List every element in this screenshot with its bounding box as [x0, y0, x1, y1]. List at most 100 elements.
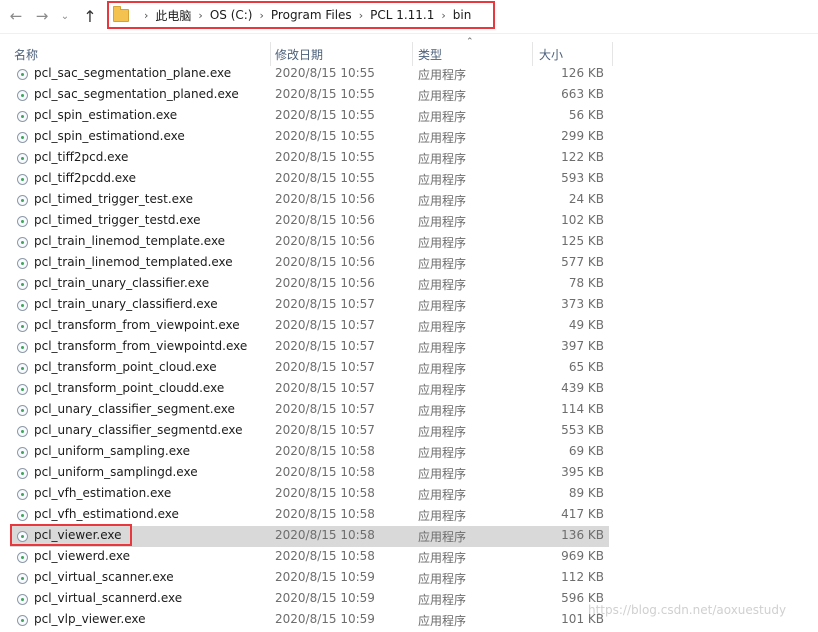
column-divider[interactable]	[412, 42, 413, 66]
file-type: 应用程序	[418, 509, 467, 523]
file-row[interactable]: pcl_train_linemod_template.exe 2020/8/15 …	[10, 232, 609, 253]
breadcrumb-program-files[interactable]: Program Files	[271, 8, 352, 22]
file-name: pcl_vfh_estimationd.exe	[34, 507, 179, 521]
file-name: pcl_uniform_samplingd.exe	[34, 465, 198, 479]
file-row[interactable]: pcl_train_unary_classifierd.exe 2020/8/15…	[10, 295, 609, 316]
highlight-box	[10, 524, 132, 546]
application-icon	[17, 384, 28, 395]
application-icon	[17, 279, 28, 290]
file-row[interactable]: pcl_transform_point_cloud.exe 2020/8/15 1…	[10, 358, 609, 379]
file-name: pcl_transform_from_viewpoint.exe	[34, 318, 240, 332]
address-bar[interactable]: › 此电脑 › OS (C:) › Program Files › PCL 1.…	[107, 1, 495, 29]
file-row[interactable]: pcl_train_linemod_templated.exe 2020/8/15…	[10, 253, 609, 274]
column-size[interactable]: 大小	[539, 46, 563, 63]
column-divider[interactable]	[532, 42, 533, 66]
file-row[interactable]: pcl_unary_classifier_segment.exe 2020/8/1…	[10, 400, 609, 421]
file-modified-date: 2020/8/15 10:58	[275, 528, 375, 542]
file-row[interactable]: pcl_sac_segmentation_planed.exe 2020/8/15…	[10, 85, 609, 106]
application-icon	[17, 195, 28, 206]
file-name: pcl_unary_classifier_segment.exe	[34, 402, 235, 416]
file-name: pcl_virtual_scannerd.exe	[34, 591, 183, 605]
file-modified-date: 2020/8/15 10:56	[275, 213, 375, 227]
breadcrumb-this-pc[interactable]: 此电脑	[155, 7, 191, 24]
file-row[interactable]: pcl_transform_from_viewpoint.exe 2020/8/1…	[10, 316, 609, 337]
breadcrumb-drive[interactable]: OS (C:)	[210, 8, 253, 22]
file-row[interactable]: pcl_tiff2pcdd.exe 2020/8/15 10:55 应用程序 593 …	[10, 169, 609, 190]
column-date[interactable]: 修改日期	[275, 46, 323, 63]
file-row[interactable]: pcl_spin_estimationd.exe 2020/8/15 10:55 应…	[10, 127, 609, 148]
file-row[interactable]: pcl_uniform_samplingd.exe 2020/8/15 10:58…	[10, 463, 609, 484]
back-arrow-icon[interactable]: ←	[6, 6, 26, 26]
chevron-right-icon[interactable]: ›	[441, 9, 445, 22]
application-icon	[17, 510, 28, 521]
column-divider[interactable]	[270, 42, 271, 66]
chevron-right-icon[interactable]: ›	[198, 9, 202, 22]
file-row[interactable]: pcl_vlp_viewer.exe 2020/8/15 10:59 应用程序 101…	[10, 610, 609, 631]
file-size: 69 KB	[568, 444, 604, 458]
column-name[interactable]: 名称	[14, 46, 38, 63]
file-size: 114 KB	[561, 402, 604, 416]
file-size: 397 KB	[561, 339, 604, 353]
file-type: 应用程序	[418, 530, 467, 544]
application-icon	[17, 426, 28, 437]
application-icon	[17, 237, 28, 248]
file-row[interactable]: pcl_timed_trigger_testd.exe 2020/8/15 10:…	[10, 211, 609, 232]
application-icon	[17, 342, 28, 353]
file-name: pcl_timed_trigger_test.exe	[34, 192, 193, 206]
file-row[interactable]: pcl_viewerd.exe 2020/8/15 10:58 应用程序 969 KB	[10, 547, 609, 568]
file-row[interactable]: pcl_spin_estimation.exe 2020/8/15 10:55 应用…	[10, 106, 609, 127]
file-size: 112 KB	[561, 570, 604, 584]
file-row[interactable]: pcl_virtual_scanner.exe 2020/8/15 10:59 应用…	[10, 568, 609, 589]
file-type: 应用程序	[418, 614, 467, 628]
file-row[interactable]: pcl_timed_trigger_test.exe 2020/8/15 10:5…	[10, 190, 609, 211]
file-row[interactable]: pcl_transform_from_viewpointd.exe 2020/8/…	[10, 337, 609, 358]
file-row[interactable]: pcl_vfh_estimation.exe 2020/8/15 10:58 应用程…	[10, 484, 609, 505]
application-icon	[17, 258, 28, 269]
file-row[interactable]: pcl_unary_classifier_segmentd.exe 2020/8/…	[10, 421, 609, 442]
divider	[0, 33, 818, 34]
file-type: 应用程序	[418, 89, 467, 103]
file-row[interactable]: pcl_transform_point_cloudd.exe 2020/8/15 …	[10, 379, 609, 400]
file-row[interactable]: pcl_tiff2pcd.exe 2020/8/15 10:55 应用程序 122 K…	[10, 148, 609, 169]
column-type[interactable]: 类型	[418, 46, 442, 63]
file-size: 122 KB	[561, 150, 604, 164]
file-type: 应用程序	[418, 362, 467, 376]
folder-icon	[113, 5, 129, 22]
breadcrumb-bin[interactable]: bin	[453, 8, 472, 22]
file-size: 56 KB	[568, 108, 604, 122]
file-row[interactable]: pcl_uniform_sampling.exe 2020/8/15 10:58 应…	[10, 442, 609, 463]
application-icon	[17, 594, 28, 605]
file-modified-date: 2020/8/15 10:55	[275, 108, 375, 122]
breadcrumb-pcl[interactable]: PCL 1.11.1	[370, 8, 434, 22]
file-row[interactable]: pcl_virtual_scannerd.exe 2020/8/15 10:59 应…	[10, 589, 609, 610]
file-modified-date: 2020/8/15 10:57	[275, 402, 375, 416]
recent-locations-chevron-icon[interactable]: ⌄	[58, 6, 72, 26]
file-name: pcl_tiff2pcd.exe	[34, 150, 129, 164]
application-icon	[17, 174, 28, 185]
up-arrow-icon[interactable]: ↑	[80, 6, 100, 26]
file-row[interactable]: pcl_vfh_estimationd.exe 2020/8/15 10:58 应用…	[10, 505, 609, 526]
file-type: 应用程序	[418, 572, 467, 586]
file-size: 78 KB	[568, 276, 604, 290]
file-row[interactable]: pcl_sac_segmentation_plane.exe 2020/8/15 …	[10, 64, 609, 85]
file-type: 应用程序	[418, 593, 467, 607]
file-name: pcl_sac_segmentation_plane.exe	[34, 66, 232, 80]
file-name: pcl_transform_from_viewpointd.exe	[34, 339, 248, 353]
column-divider[interactable]	[612, 42, 613, 66]
file-type: 应用程序	[418, 152, 467, 166]
forward-arrow-icon[interactable]: →	[32, 6, 52, 26]
chevron-right-icon[interactable]: ›	[260, 9, 264, 22]
file-modified-date: 2020/8/15 10:57	[275, 360, 375, 374]
file-type: 应用程序	[418, 194, 467, 208]
application-icon	[17, 90, 28, 101]
chevron-right-icon[interactable]: ›	[144, 9, 148, 22]
chevron-right-icon[interactable]: ›	[359, 9, 363, 22]
file-modified-date: 2020/8/15 10:57	[275, 423, 375, 437]
file-name: pcl_train_unary_classifier.exe	[34, 276, 210, 290]
file-size: 593 KB	[561, 171, 604, 185]
file-name: pcl_train_linemod_template.exe	[34, 234, 226, 248]
application-icon	[17, 132, 28, 143]
file-modified-date: 2020/8/15 10:58	[275, 486, 375, 500]
file-type: 应用程序	[418, 236, 467, 250]
file-row[interactable]: pcl_train_unary_classifier.exe 2020/8/15 …	[10, 274, 609, 295]
